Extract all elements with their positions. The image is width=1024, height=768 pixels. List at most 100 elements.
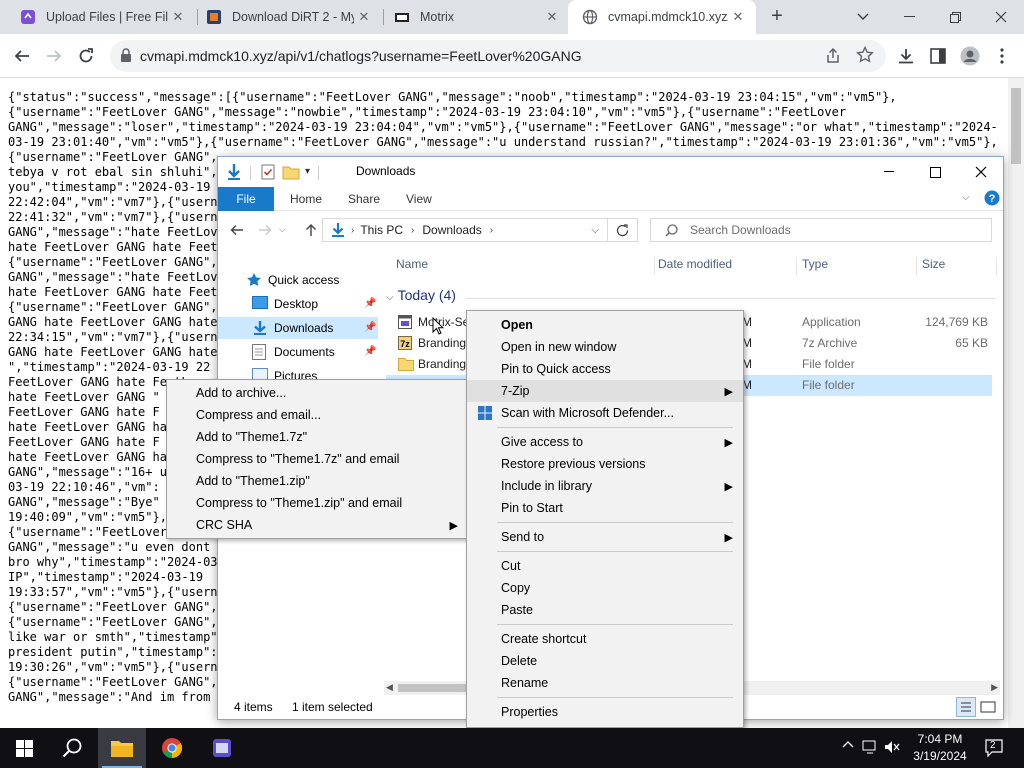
menu-item-paste[interactable]: Paste — [467, 599, 743, 621]
column-date-modified[interactable]: Date modified — [658, 257, 732, 271]
bookmark-star-icon[interactable] — [856, 46, 874, 64]
menu-item-add-to-zip[interactable]: Add to "Theme1.zip" — [167, 470, 468, 492]
breadcrumb-downloads[interactable]: Downloads — [422, 223, 481, 237]
menu-item-delete[interactable]: Delete — [467, 650, 743, 672]
explorer-minimize-button[interactable] — [866, 157, 912, 187]
scroll-right-icon[interactable]: ▶ — [991, 682, 998, 693]
new-tab-button[interactable]: + — [766, 6, 788, 28]
group-header-today[interactable]: ⌵ Today (4) — [386, 287, 456, 303]
reload-button[interactable] — [72, 42, 100, 70]
file-explorer-taskbar-icon[interactable] — [98, 728, 146, 768]
back-arrow-icon[interactable] — [230, 223, 244, 237]
tab-download-dirt[interactable]: Download DiRT 2 - My ✕ — [192, 0, 382, 34]
menu-item-copy[interactable]: Copy — [467, 577, 743, 599]
menu-item-compress-email[interactable]: Compress and email... — [167, 404, 468, 426]
nav-quick-access[interactable]: Quick access — [218, 269, 378, 291]
tab-cvmapi[interactable]: cvmapi.mdmck10.xyz/a ✕ — [568, 0, 756, 34]
close-tab-icon[interactable]: ✕ — [542, 9, 562, 25]
menu-item-compress-7z-email[interactable]: Compress to "Theme1.7z" and email — [167, 448, 468, 470]
customize-qat-icon[interactable]: ▾ — [305, 166, 310, 177]
column-divider[interactable] — [654, 257, 655, 275]
nav-downloads[interactable]: Downloads 📌 — [218, 317, 378, 339]
ribbon-tab-view[interactable]: View — [392, 187, 446, 211]
details-view-icon[interactable] — [956, 697, 976, 717]
motrix-taskbar-icon[interactable] — [198, 728, 246, 768]
menu-item-rename[interactable]: Rename — [467, 672, 743, 694]
menu-item-pin-quick-access[interactable]: Pin to Quick access — [467, 358, 743, 380]
explorer-close-button[interactable] — [958, 157, 1004, 187]
menu-item-include-library[interactable]: Include in library ▶ — [467, 475, 743, 497]
show-hidden-icons-icon[interactable] — [842, 739, 854, 749]
help-icon[interactable]: ? — [984, 190, 1000, 206]
tab-upload-files[interactable]: Upload Files | Free File ✕ — [6, 0, 196, 34]
ribbon-tab-home[interactable]: Home — [276, 187, 336, 211]
close-tab-icon[interactable]: ✕ — [168, 9, 188, 25]
system-clock[interactable]: 7:04 PM 3/19/2024 — [904, 731, 976, 765]
forward-arrow-icon[interactable] — [258, 223, 272, 237]
volume-muted-icon[interactable] — [884, 739, 900, 755]
scroll-left-icon[interactable]: ◀ — [386, 682, 393, 693]
ribbon-tab-file[interactable]: File — [218, 187, 274, 211]
menu-kebab-icon[interactable] — [988, 42, 1016, 70]
menu-item-give-access[interactable]: Give access to ▶ — [467, 431, 743, 453]
network-icon[interactable] — [862, 739, 878, 755]
ribbon-tab-share[interactable]: Share — [334, 187, 394, 211]
up-arrow-icon[interactable] — [304, 223, 318, 237]
profile-avatar-icon[interactable] — [956, 42, 984, 70]
menu-item-compress-zip-email[interactable]: Compress to "Theme1.zip" and email — [167, 492, 468, 514]
share-icon[interactable] — [824, 47, 842, 65]
explorer-address-field[interactable]: › This PC › Downloads › ⌵ — [322, 218, 608, 242]
side-panel-icon[interactable] — [924, 42, 952, 70]
menu-item-scan-defender[interactable]: Scan with Microsoft Defender... — [467, 402, 743, 424]
download-arrow-icon[interactable] — [226, 163, 242, 181]
menu-item-add-to-7z[interactable]: Add to "Theme1.7z" — [167, 426, 468, 448]
tab-search-icon[interactable] — [840, 0, 886, 34]
recent-locations-icon[interactable]: ⌵ — [279, 224, 286, 235]
search-box[interactable]: Search Downloads — [650, 218, 992, 242]
page-scrollbar[interactable] — [1008, 78, 1024, 728]
search-taskbar-icon[interactable] — [48, 728, 96, 768]
nav-desktop[interactable]: Desktop 📌 — [218, 293, 378, 315]
menu-item-open[interactable]: Open — [467, 314, 743, 336]
restore-window-button[interactable] — [932, 0, 978, 34]
column-size[interactable]: Size — [922, 257, 945, 271]
menu-item-pin-start[interactable]: Pin to Start — [467, 497, 743, 519]
column-name[interactable]: Name — [396, 257, 428, 271]
column-divider[interactable] — [996, 257, 997, 275]
menu-item-7zip[interactable]: 7-Zip ▶ — [467, 380, 743, 402]
address-dropdown-icon[interactable]: ⌵ — [591, 225, 599, 236]
collapse-chevron-icon[interactable]: ⌵ — [386, 292, 394, 303]
close-window-button[interactable] — [978, 0, 1024, 34]
menu-item-send-to[interactable]: Send to ▶ — [467, 526, 743, 548]
menu-item-add-to-archive[interactable]: Add to archive... — [167, 382, 468, 404]
refresh-button[interactable] — [608, 218, 638, 242]
forward-button[interactable] — [40, 42, 68, 70]
menu-item-open-new-window[interactable]: Open in new window — [467, 336, 743, 358]
minimize-window-button[interactable] — [886, 0, 932, 34]
downloads-icon[interactable] — [892, 42, 920, 70]
menu-item-properties[interactable]: Properties — [467, 701, 743, 723]
nav-documents[interactable]: Documents 📌 — [218, 341, 378, 363]
new-folder-icon[interactable] — [282, 164, 300, 180]
breadcrumb-this-pc[interactable]: This PC — [360, 223, 403, 237]
large-icons-view-icon[interactable] — [980, 699, 996, 715]
close-tab-icon[interactable]: ✕ — [728, 9, 748, 25]
column-type[interactable]: Type — [802, 257, 828, 271]
back-button[interactable] — [8, 42, 36, 70]
menu-item-restore-versions[interactable]: Restore previous versions — [467, 453, 743, 475]
column-divider[interactable] — [916, 257, 917, 275]
explorer-maximize-button[interactable] — [912, 157, 958, 187]
column-divider[interactable] — [796, 257, 797, 275]
menu-item-create-shortcut[interactable]: Create shortcut — [467, 628, 743, 650]
start-button[interactable] — [0, 728, 48, 768]
properties-icon[interactable] — [260, 164, 276, 180]
page-scrollbar-thumb[interactable] — [1011, 88, 1021, 164]
menu-item-crc-sha[interactable]: CRC SHA ▶ — [167, 514, 468, 536]
lock-icon[interactable] — [120, 48, 132, 62]
address-bar[interactable]: cvmapi.mdmck10.xyz/api/v1/chatlogs?usern… — [110, 40, 886, 72]
menu-item-cut[interactable]: Cut — [467, 555, 743, 577]
chrome-taskbar-icon[interactable] — [148, 728, 196, 768]
tab-motrix[interactable]: Motrix ✕ — [380, 0, 570, 34]
close-tab-icon[interactable]: ✕ — [354, 9, 374, 25]
explorer-title-bar[interactable]: ▾ Downloads — [218, 157, 1003, 187]
